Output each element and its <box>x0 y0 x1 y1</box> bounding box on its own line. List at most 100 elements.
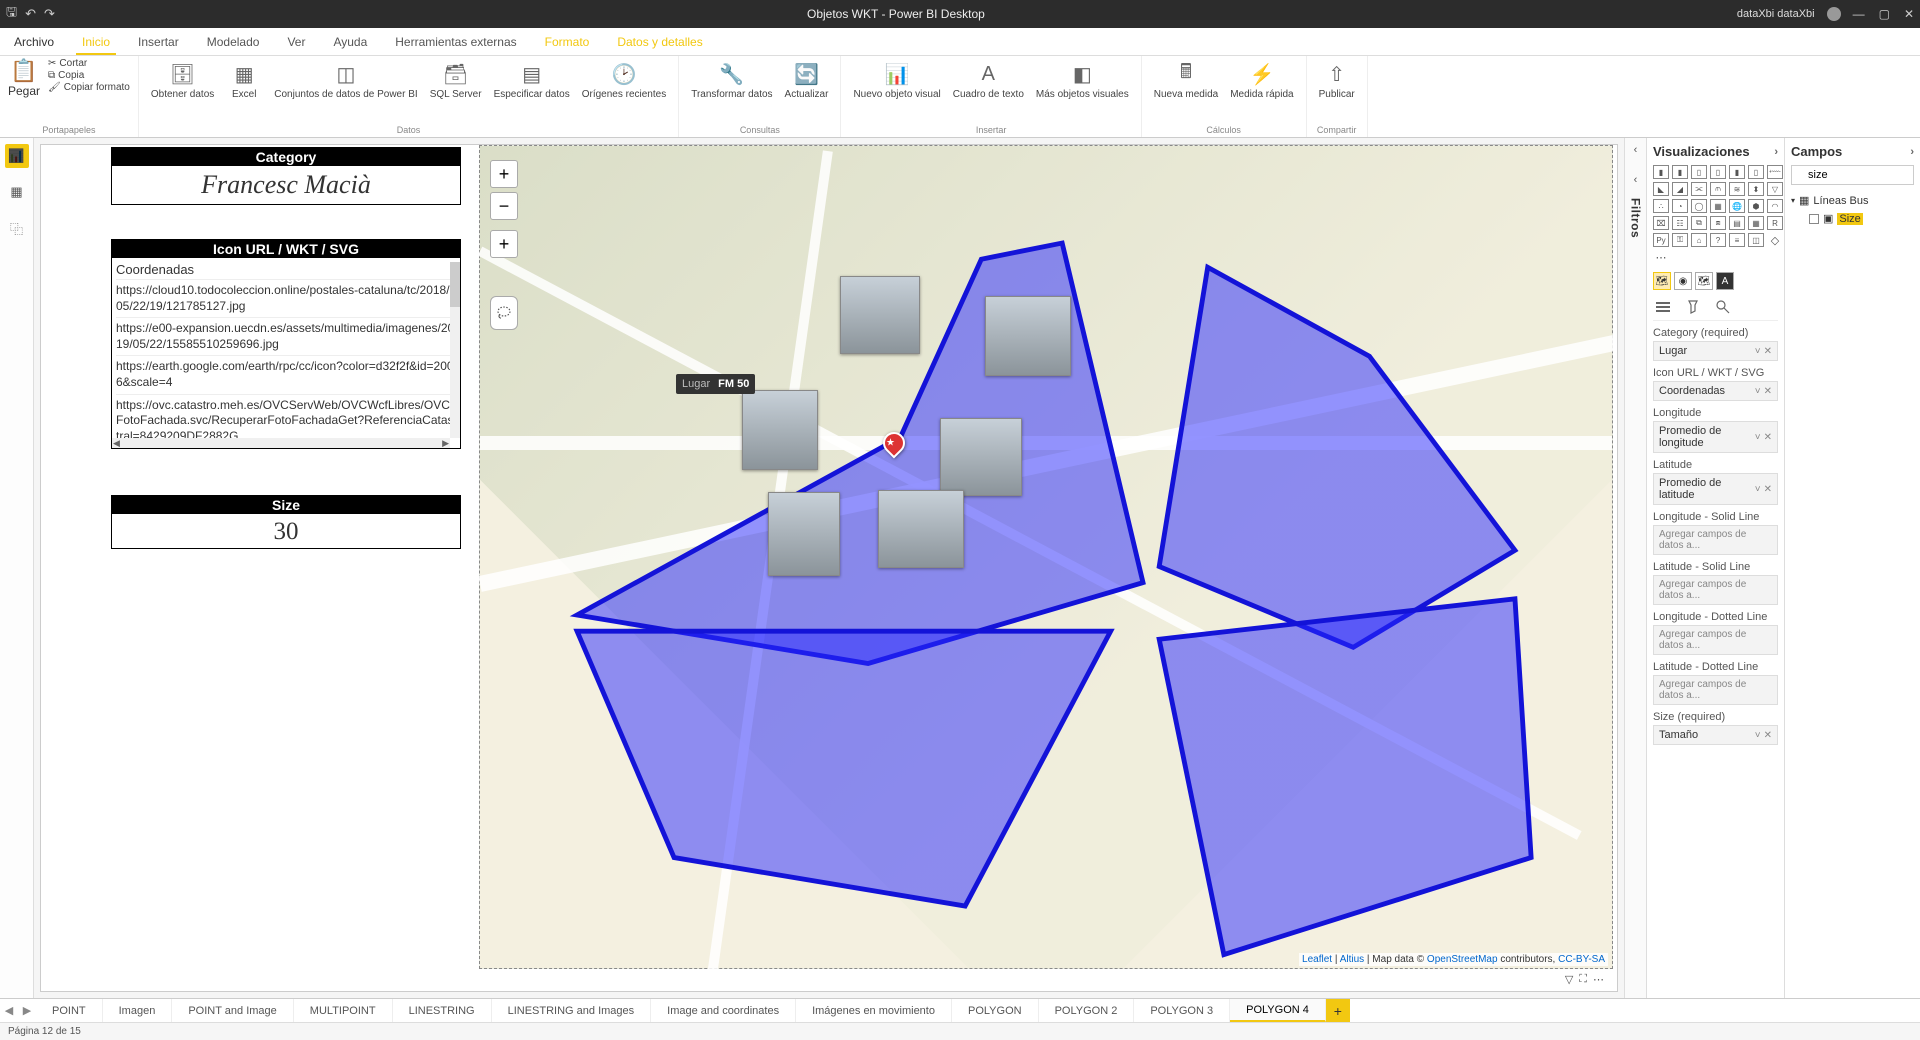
remove-icon[interactable]: ✕ <box>1764 386 1772 397</box>
page-tab[interactable]: LINESTRING and Images <box>492 999 652 1022</box>
report-canvas[interactable]: Category Francesc Macià Icon URL / WKT /… <box>40 144 1618 992</box>
tab-modelado[interactable]: Modelado <box>193 29 274 55</box>
tab-ayuda[interactable]: Ayuda <box>319 29 381 55</box>
viz-gauge[interactable]: ◠ <box>1767 199 1783 213</box>
zoom-in-button[interactable]: + <box>490 160 518 188</box>
avatar[interactable] <box>1827 7 1841 21</box>
search-input[interactable] <box>1791 165 1914 185</box>
pbi-datasets-button[interactable]: ◫Conjuntos de datos de Power BI <box>270 58 421 102</box>
user-name[interactable]: dataXbi dataXbi <box>1737 8 1815 20</box>
well-lon-solid[interactable]: Agregar campos de datos a... <box>1653 525 1778 555</box>
chevron-down-icon[interactable]: ˅ <box>1755 386 1761 397</box>
viz-qna[interactable]: ? <box>1710 233 1726 247</box>
enter-data-button[interactable]: ▤Especificar datos <box>490 58 574 102</box>
viz-card[interactable]: ⌧ <box>1653 216 1669 230</box>
well-lat-solid[interactable]: Agregar campos de datos a... <box>1653 575 1778 605</box>
viz-bar-stacked[interactable]: ▮ <box>1653 165 1669 179</box>
map-visual[interactable]: + − + Lugar FM 50 Leaflet | Altius | Map… <box>479 145 1613 969</box>
viz-funnel[interactable]: ▽ <box>1767 182 1783 196</box>
viz-matrix[interactable]: ▦ <box>1748 216 1764 230</box>
viz-line-col-stack[interactable]: ⫙ <box>1710 182 1726 196</box>
paste-button[interactable]: 📋 Pegar <box>8 58 44 98</box>
viz-narr[interactable]: ≡ <box>1729 233 1745 247</box>
viz-treemap[interactable]: ▦ <box>1710 199 1726 213</box>
more-visuals-button[interactable]: ◧Más objetos visuales <box>1032 58 1133 102</box>
card-icon[interactable]: Icon URL / WKT / SVG Coordenadas https:/… <box>111 239 461 449</box>
page-tab[interactable]: POINT and Image <box>172 999 293 1022</box>
page-tab[interactable]: POLYGON <box>952 999 1039 1022</box>
page-tab[interactable]: Imagen <box>103 999 173 1022</box>
viz-pie[interactable]: ◔ <box>1672 199 1688 213</box>
well-size[interactable]: Tamaño˅✕ <box>1653 725 1778 745</box>
format-painter-button[interactable]: 🖌Copiar formato <box>48 82 130 93</box>
tab-inicio[interactable]: Inicio <box>68 29 124 55</box>
card-size[interactable]: Size 30 <box>111 495 461 549</box>
redo-icon[interactable]: ↷ <box>44 6 55 22</box>
data-view-button[interactable]: ▦ <box>5 180 29 204</box>
altius-link[interactable]: Altius <box>1340 954 1364 965</box>
viz-waterfall[interactable]: ⬍ <box>1748 182 1764 196</box>
well-lat[interactable]: Promedio de latitude˅✕ <box>1653 473 1778 505</box>
cut-button[interactable]: ✂Cortar <box>48 58 130 69</box>
page-tab[interactable]: LINESTRING <box>393 999 492 1022</box>
field-item-size[interactable]: ▣ Size <box>1791 210 1914 227</box>
page-tab[interactable]: MULTIPOINT <box>294 999 393 1022</box>
scrollbar-vertical[interactable] <box>450 262 460 438</box>
refresh-button[interactable]: 🔄Actualizar <box>781 58 833 102</box>
chevron-down-icon[interactable]: ˅ <box>1755 484 1761 495</box>
chevron-down-icon[interactable]: ˅ <box>1755 730 1761 741</box>
custom-viz-iconmap[interactable]: 🗺 <box>1653 272 1671 290</box>
analytics-tab[interactable] <box>1713 298 1733 316</box>
well-lon[interactable]: Promedio de longitude˅✕ <box>1653 421 1778 453</box>
chevron-left-icon[interactable]: ‹ <box>1634 144 1638 156</box>
viz-r[interactable]: R <box>1767 216 1783 230</box>
scrollbar-horizontal[interactable]: ◀▶ <box>112 438 450 448</box>
page-prev-button[interactable]: ◀ <box>0 999 18 1022</box>
viz-column-100[interactable]: ▯ <box>1748 165 1764 179</box>
custom-viz-3[interactable]: 🗺 <box>1695 272 1713 290</box>
viz-scatter[interactable]: ∴ <box>1653 199 1669 213</box>
page-tab[interactable]: Imágenes en movimiento <box>796 999 952 1022</box>
viz-filled-map[interactable]: ⬢ <box>1748 199 1764 213</box>
osm-link[interactable]: OpenStreetMap <box>1427 954 1498 965</box>
scroll-thumb[interactable] <box>450 262 460 307</box>
custom-viz-4[interactable]: A <box>1716 272 1734 290</box>
remove-icon[interactable]: ✕ <box>1764 346 1772 357</box>
viz-area[interactable]: ◣ <box>1653 182 1669 196</box>
page-tab[interactable]: POLYGON 2 <box>1039 999 1135 1022</box>
remove-icon[interactable]: ✕ <box>1764 730 1772 741</box>
tab-herramientas[interactable]: Herramientas externas <box>381 29 530 55</box>
viz-column-stacked[interactable]: ▯ <box>1691 165 1707 179</box>
custom-viz-2[interactable]: ◉ <box>1674 272 1692 290</box>
transform-data-button[interactable]: 🔧Transformar datos <box>687 58 776 102</box>
filters-pane[interactable]: ‹ ‹ Filtros <box>1624 138 1646 998</box>
viz-column-clustered[interactable]: ▯ <box>1710 165 1726 179</box>
chevron-left-icon[interactable]: ‹ <box>1634 174 1638 186</box>
remove-icon[interactable]: ✕ <box>1764 432 1772 443</box>
copy-button[interactable]: ⧉Copia <box>48 70 130 81</box>
close-icon[interactable]: ✕ <box>1904 7 1914 21</box>
filter-icon[interactable]: ▽ <box>1565 973 1573 986</box>
well-category[interactable]: Lugar˅✕ <box>1653 341 1778 361</box>
quick-measure-button[interactable]: ⚡Medida rápida <box>1226 58 1297 102</box>
format-tab[interactable] <box>1683 298 1703 316</box>
tab-formato[interactable]: Formato <box>531 29 604 55</box>
viz-line[interactable]: ⬳ <box>1767 165 1783 179</box>
viz-more-icon[interactable]: ⋯ <box>1653 250 1669 264</box>
more-options-icon[interactable]: ⋯ <box>1593 973 1604 986</box>
well-icon[interactable]: Coordenadas˅✕ <box>1653 381 1778 401</box>
page-tab[interactable]: POINT <box>36 999 103 1022</box>
ccby-link[interactable]: CC-BY-SA <box>1558 954 1605 965</box>
tab-datos[interactable]: Datos y detalles <box>603 29 716 55</box>
viz-decomp[interactable]: ⌂ <box>1691 233 1707 247</box>
leaflet-link[interactable]: Leaflet <box>1302 954 1332 965</box>
checkbox[interactable] <box>1809 214 1819 224</box>
model-view-button[interactable]: ⿻ <box>5 216 29 240</box>
page-tab[interactable]: Image and coordinates <box>651 999 796 1022</box>
textbox-button[interactable]: ACuadro de texto <box>949 58 1028 102</box>
page-next-button[interactable]: ▶ <box>18 999 36 1022</box>
well-lon-dot[interactable]: Agregar campos de datos a... <box>1653 625 1778 655</box>
fields-table[interactable]: ▾ ▦ Líneas Bus <box>1791 191 1914 210</box>
well-lat-dot[interactable]: Agregar campos de datos a... <box>1653 675 1778 705</box>
chevron-down-icon[interactable]: ˅ <box>1755 346 1761 357</box>
